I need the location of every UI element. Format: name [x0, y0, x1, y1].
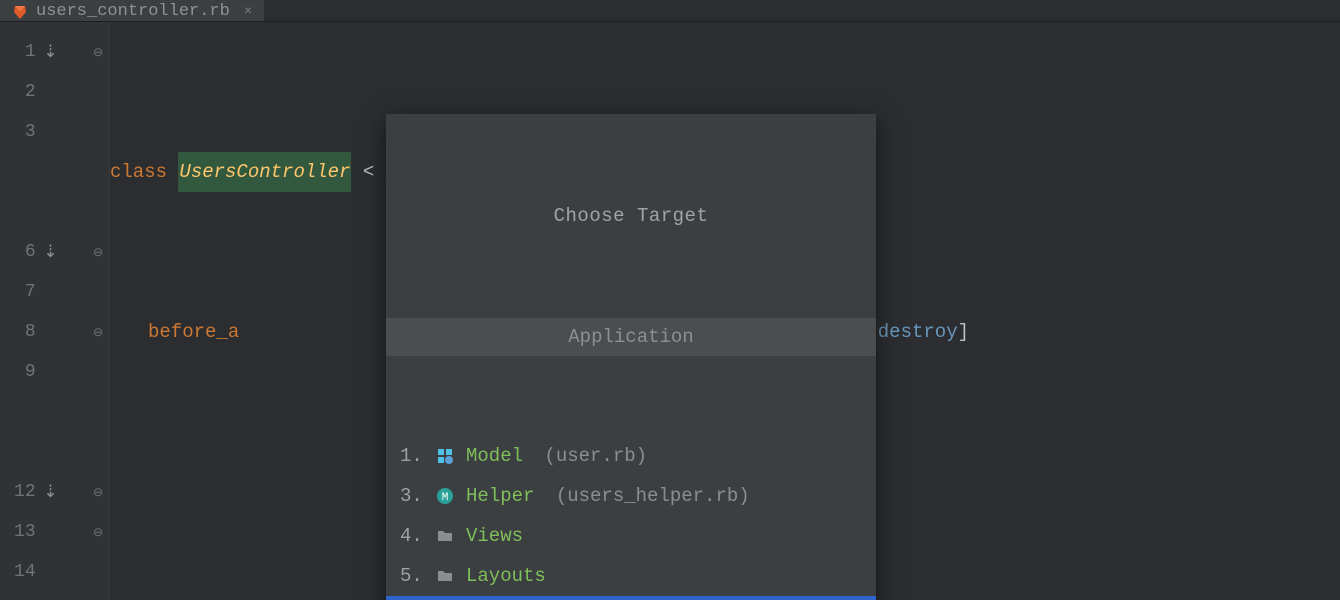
popup-item-label: Schema	[466, 596, 534, 600]
popup-item-label: Views	[466, 516, 523, 556]
popup-item-paren: (users_helper.rb)	[544, 476, 749, 516]
model-icon	[434, 447, 456, 465]
popup-title: Choose Target	[386, 194, 876, 238]
line-number: 12	[0, 482, 36, 502]
popup-item-model[interactable]: 1. Model (user.rb)	[386, 436, 876, 476]
popup-item-label: Layouts	[466, 556, 546, 596]
editor-tabbar: users_controller.rb ×	[0, 0, 1340, 22]
popup-item-number: 4.	[400, 516, 424, 556]
close-icon[interactable]: ×	[244, 4, 252, 20]
popup-item-number: 5.	[400, 556, 424, 596]
gutter-line: 3	[0, 112, 109, 152]
line-number: 2	[0, 82, 36, 102]
popup-item-paren: (structure.sql)	[544, 596, 726, 600]
popup-section-application: Application	[386, 318, 876, 356]
gutter-line: 2	[0, 72, 109, 112]
gutter-line: 13 ⊖	[0, 512, 109, 552]
editor-gutter: 1⇣⊖236⇣⊖78⊖912⇣⊖13⊖14	[0, 22, 110, 600]
folder-icon	[434, 527, 456, 545]
line-number: 9	[0, 362, 36, 382]
popup-item-schema[interactable]: 6. Schema (structure.sql)	[386, 596, 876, 600]
editor-code[interactable]: class UsersController < ApplicationContr…	[110, 22, 1340, 600]
ruby-file-icon	[12, 4, 28, 20]
gutter-line: 8⊖	[0, 312, 109, 352]
popup-item-views[interactable]: 4. Views	[386, 516, 876, 556]
line-number: 13	[0, 522, 36, 542]
gutter-line: 6⇣⊖	[0, 232, 109, 272]
gutter-line: 1⇣⊖	[0, 32, 109, 72]
line-number: 3	[0, 122, 36, 142]
gutter-line: 7	[0, 272, 109, 312]
editor-tab[interactable]: users_controller.rb ×	[0, 0, 264, 21]
fold-icon[interactable]: ⊖	[65, 245, 109, 260]
editor-tab-filename: users_controller.rb	[36, 2, 230, 21]
line-number: 8	[0, 322, 36, 342]
gutter-line	[0, 192, 109, 232]
gutter-line: 9	[0, 352, 109, 392]
line-number: 7	[0, 282, 36, 302]
folder-icon	[434, 567, 456, 585]
line-number: 6	[0, 242, 36, 262]
gutter-line	[0, 432, 109, 472]
keyword-class: class	[110, 152, 178, 192]
line-number: 14	[0, 562, 36, 582]
fold-icon[interactable]: ⊖	[65, 525, 109, 540]
gutter-line: 14	[0, 552, 109, 592]
gutter-line: 12⇣⊖	[0, 472, 109, 512]
helper-icon: M	[434, 487, 456, 505]
line-number: 1	[0, 42, 36, 62]
keyword-before-action: before_a	[148, 312, 239, 352]
popup-item-number: 1.	[400, 436, 424, 476]
fold-icon[interactable]: ⊖	[65, 325, 109, 340]
symbol: :destroy	[866, 312, 957, 352]
popup-item-paren: (user.rb)	[533, 436, 647, 476]
gutter-line	[0, 152, 109, 192]
implements-icon[interactable]: ⇣	[36, 482, 66, 503]
svg-text:M: M	[442, 492, 449, 504]
popup-item-number: 3.	[400, 476, 424, 516]
gutter-line	[0, 392, 109, 432]
popup-item-layouts[interactable]: 5. Layouts	[386, 556, 876, 596]
fold-icon[interactable]: ⊖	[65, 45, 109, 60]
implements-icon[interactable]: ⇣	[36, 42, 66, 63]
popup-item-label: Model	[466, 436, 523, 476]
fold-icon[interactable]: ⊖	[65, 485, 109, 500]
popup-item-number: 6.	[400, 596, 424, 600]
editor: 1⇣⊖236⇣⊖78⊖912⇣⊖13⊖14 class UsersControl…	[0, 22, 1340, 600]
choose-target-popup: Choose Target Application 1. Model (user.…	[386, 114, 876, 600]
class-name: UsersController	[178, 152, 351, 192]
implements-icon[interactable]: ⇣	[36, 242, 66, 263]
popup-item-helper[interactable]: 3. M Helper (users_helper.rb)	[386, 476, 876, 516]
popup-item-label: Helper	[466, 476, 534, 516]
